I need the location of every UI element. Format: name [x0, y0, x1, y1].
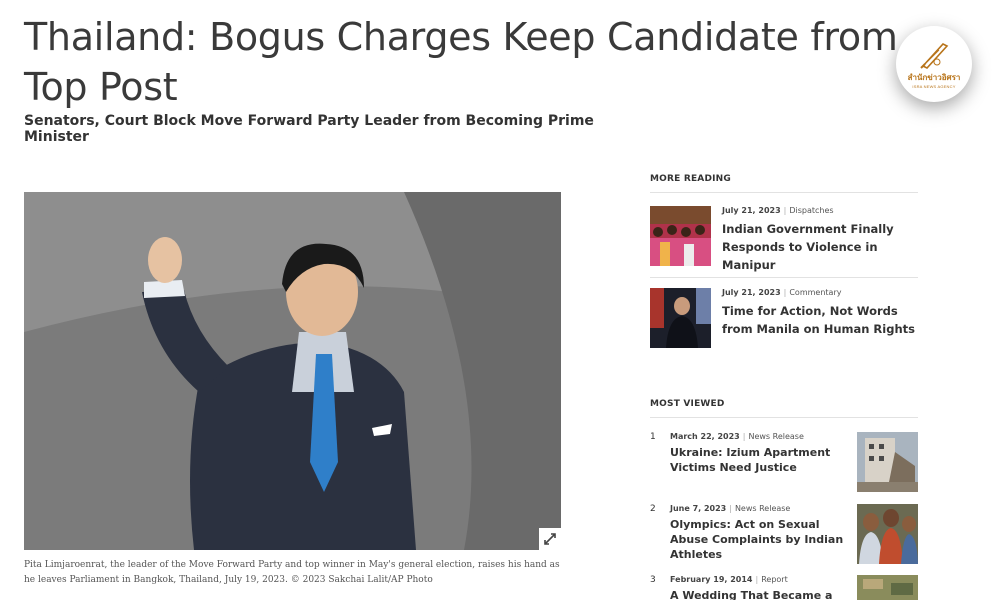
rank-number: 2 — [650, 504, 656, 514]
item-category[interactable]: News Release — [735, 504, 790, 513]
item-date: July 21, 2023 — [722, 288, 781, 297]
most-viewed-thumbnail[interactable] — [857, 432, 918, 492]
item-date: June 7, 2023 — [670, 504, 727, 513]
rank-number: 3 — [650, 575, 656, 585]
expand-photo-button[interactable] — [539, 528, 561, 550]
article-hero-photo — [24, 192, 561, 550]
more-reading-heading: MORE READING — [650, 174, 918, 193]
watermark-name-en: ISRA NEWS AGENCY — [912, 83, 956, 89]
article-headline: Thailand: Bogus Charges Keep Candidate f… — [24, 15, 898, 109]
divider — [650, 277, 918, 278]
watermark-name-thai: สำนักข่าวอิศรา — [907, 72, 961, 82]
more-reading-meta: July 21, 2023 | Commentary — [722, 288, 841, 297]
most-viewed-heading: MOST VIEWED — [650, 399, 918, 418]
more-reading-title[interactable]: Indian Government Finally Responds to Vi… — [722, 220, 918, 274]
more-reading-title[interactable]: Time for Action, Not Words from Manila o… — [722, 302, 918, 338]
more-reading-meta: July 21, 2023 | Dispatches — [722, 206, 834, 215]
item-date: March 22, 2023 — [670, 432, 740, 441]
article-subheadline: Senators, Court Block Move Forward Party… — [24, 113, 594, 145]
item-category[interactable]: Commentary — [789, 288, 841, 297]
most-viewed-title[interactable]: Olympics: Act on Sexual Abuse Complaints… — [670, 517, 852, 562]
most-viewed-meta: June 7, 2023 | News Release — [670, 504, 790, 513]
quill-pen-icon — [920, 42, 949, 69]
expand-arrows-icon — [544, 533, 556, 545]
most-viewed-thumbnail[interactable] — [857, 575, 918, 600]
most-viewed-title[interactable]: Ukraine: Izium Apartment Victims Need Ju… — [670, 445, 852, 475]
photo-caption: Pita Limjaroenrat, the leader of the Mov… — [24, 560, 560, 585]
meta-separator: | — [729, 504, 732, 513]
meta-separator: | — [783, 206, 787, 215]
most-viewed-meta: February 19, 2014 | Report — [670, 575, 788, 584]
most-viewed-meta: March 22, 2023 | News Release — [670, 432, 804, 441]
meta-separator: | — [783, 288, 787, 297]
most-viewed-thumbnail[interactable] — [857, 504, 918, 564]
more-reading-thumbnail[interactable] — [650, 206, 711, 266]
news-agency-watermark: สำนักข่าวอิศรา ISRA NEWS AGENCY — [896, 26, 972, 102]
item-date: February 19, 2014 — [670, 575, 753, 584]
item-category[interactable]: Report — [761, 575, 788, 584]
most-viewed-title[interactable]: A Wedding That Became a Funeral — [670, 588, 852, 600]
item-date: July 21, 2023 — [722, 206, 781, 215]
meta-separator: | — [742, 432, 746, 441]
item-category[interactable]: News Release — [748, 432, 803, 441]
rank-number: 1 — [650, 432, 656, 442]
more-reading-thumbnail[interactable] — [650, 288, 711, 348]
item-category[interactable]: Dispatches — [789, 206, 833, 215]
meta-separator: | — [755, 575, 759, 584]
